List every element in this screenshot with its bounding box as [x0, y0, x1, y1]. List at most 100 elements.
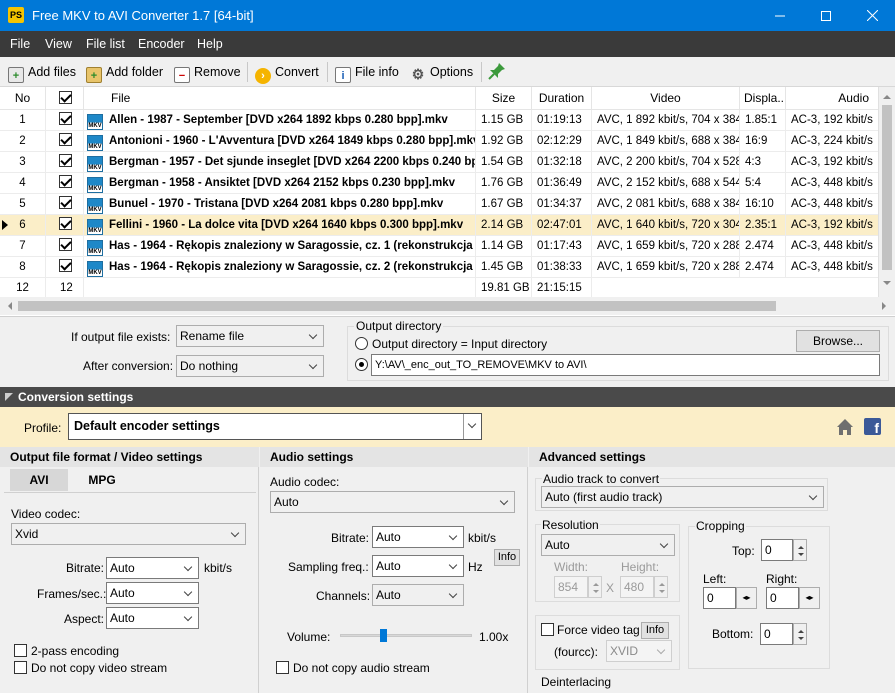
table-row[interactable]: 6 MKV Fellini - 1960 - La dolce vita [DVD …	[0, 215, 880, 236]
scroll-left-icon[interactable]	[4, 302, 12, 310]
table-row[interactable]: 7 MKV Has - 1964 - Rękopis znaleziony w Sa…	[0, 236, 880, 257]
width-input[interactable]: 854	[554, 576, 588, 598]
home-icon[interactable]	[836, 418, 854, 436]
scroll-up-icon[interactable]	[883, 91, 891, 99]
check-all-checkbox[interactable]	[59, 91, 72, 104]
table-row[interactable]: 4 MKV Bergman - 1958 - Ansiktet [DVD x264 …	[0, 173, 880, 194]
crop-top-spinner[interactable]	[793, 539, 807, 561]
row-checkbox[interactable]	[59, 238, 72, 251]
output-directory-input[interactable]: Y:\AV\_enc_out_TO_REMOVE\MKV to AVI\	[371, 354, 880, 376]
crop-bottom-spinner[interactable]	[793, 623, 807, 645]
horizontal-scrollbar[interactable]	[0, 297, 895, 315]
column-header-check[interactable]	[46, 87, 84, 110]
audio-info-button[interactable]: Info	[494, 549, 520, 566]
resolution-select[interactable]: Auto	[541, 534, 675, 556]
audio-track-select[interactable]: Auto (first audio track)	[541, 486, 824, 508]
hscroll-thumb[interactable]	[18, 301, 776, 311]
volume-slider[interactable]	[340, 626, 472, 646]
channels-select[interactable]: Auto	[372, 584, 464, 606]
two-pass-checkbox[interactable]	[14, 644, 27, 657]
convert-button[interactable]: › Convert	[255, 61, 319, 84]
menu-help[interactable]: Help	[197, 37, 223, 51]
sampling-select[interactable]: Auto	[372, 555, 464, 577]
vertical-scrollbar[interactable]	[878, 87, 895, 297]
row-checkbox[interactable]	[59, 175, 72, 188]
fourcc-select[interactable]: XVID	[606, 640, 672, 662]
add-files-button[interactable]: + Add files	[8, 61, 76, 83]
tab-avi[interactable]: AVI	[10, 469, 68, 491]
menu-encoder[interactable]: Encoder	[138, 37, 185, 51]
add-folder-button[interactable]: + Add folder	[86, 61, 163, 83]
conversion-settings-header[interactable]: Conversion settings	[0, 387, 895, 407]
browse-button[interactable]: Browse...	[796, 330, 880, 352]
height-input[interactable]: 480	[620, 576, 654, 598]
audio-bitrate-select[interactable]: Auto	[372, 526, 464, 548]
row-checkbox[interactable]	[59, 112, 72, 125]
menu-file-list[interactable]: File list	[86, 37, 125, 51]
scroll-right-icon[interactable]	[882, 302, 890, 310]
minimize-button[interactable]	[757, 0, 803, 31]
pin-button[interactable]	[488, 61, 506, 83]
column-header-display[interactable]: Displa...	[740, 87, 786, 110]
input-directory-label[interactable]: Output directory = Input directory	[372, 337, 547, 351]
scroll-thumb[interactable]	[882, 105, 892, 270]
column-header-file[interactable]: File	[84, 87, 476, 110]
custom-directory-radio[interactable]	[355, 358, 368, 371]
total-file-cell	[84, 278, 476, 299]
mkv-file-icon: MKV	[87, 114, 103, 130]
options-button[interactable]: ⚙ Options	[410, 61, 473, 83]
no-copy-audio-label[interactable]: Do not copy audio stream	[293, 661, 430, 675]
table-row[interactable]: 3 MKV Bergman - 1957 - Det sjunde inseglet…	[0, 152, 880, 173]
crop-top-input[interactable]: 0	[761, 539, 793, 561]
remove-button[interactable]: − Remove	[174, 61, 241, 83]
audio-codec-select[interactable]: Auto	[270, 491, 515, 513]
crop-right-arrows[interactable]: ◂▸	[799, 587, 820, 609]
column-header-no[interactable]: No	[0, 87, 46, 110]
row-checkbox[interactable]	[59, 196, 72, 209]
input-directory-radio[interactable]	[355, 337, 368, 350]
force-tag-checkbox[interactable]	[541, 623, 554, 636]
column-header-audio[interactable]: Audio	[786, 87, 880, 110]
video-tag-info-button[interactable]: Info	[641, 622, 669, 639]
row-checkbox[interactable]	[59, 154, 72, 167]
row-checkbox[interactable]	[59, 217, 72, 230]
column-header-video[interactable]: Video	[592, 87, 740, 110]
table-row[interactable]: 5 MKV Bunuel - 1970 - Tristana [DVD x264 2…	[0, 194, 880, 215]
file-info-button[interactable]: i File info	[335, 61, 399, 83]
no-copy-video-label[interactable]: Do not copy video stream	[31, 661, 167, 675]
no-copy-video-checkbox[interactable]	[14, 661, 27, 674]
column-header-size[interactable]: Size	[476, 87, 532, 110]
fps-select[interactable]: Auto	[106, 582, 199, 604]
table-row[interactable]: 2 MKV Antonioni - 1960 - L'Avventura [DVD …	[0, 131, 880, 152]
two-pass-label[interactable]: 2-pass encoding	[31, 644, 119, 658]
column-header-duration[interactable]: Duration	[532, 87, 592, 110]
row-checkbox[interactable]	[59, 259, 72, 272]
table-row[interactable]: 8 MKV Has - 1964 - Rękopis znaleziony w Sa…	[0, 257, 880, 278]
close-button[interactable]	[849, 0, 895, 31]
crop-left-arrows[interactable]: ◂▸	[736, 587, 757, 609]
row-duration: 01:32:18	[532, 152, 592, 173]
menu-file[interactable]: File	[10, 37, 30, 51]
aspect-select[interactable]: Auto	[106, 607, 199, 629]
profile-select[interactable]: Default encoder settings	[68, 413, 482, 440]
video-codec-select[interactable]: Xvid	[11, 523, 246, 545]
menu-view[interactable]: View	[45, 37, 72, 51]
maximize-button[interactable]	[803, 0, 849, 31]
no-copy-audio-checkbox[interactable]	[276, 661, 289, 674]
force-tag-label[interactable]: Force video tag	[557, 623, 640, 637]
crop-bottom-input[interactable]: 0	[760, 623, 793, 645]
volume-thumb[interactable]	[380, 629, 387, 642]
row-audio: AC-3, 448 kbit/s	[786, 236, 880, 257]
scroll-down-icon[interactable]	[883, 281, 891, 289]
crop-right-input[interactable]: 0	[766, 587, 799, 609]
facebook-icon[interactable]: f	[864, 418, 881, 436]
height-spinner[interactable]	[654, 576, 668, 598]
width-spinner[interactable]	[588, 576, 602, 598]
if-exists-select[interactable]: Rename file	[176, 325, 324, 347]
after-conversion-select[interactable]: Do nothing	[176, 355, 324, 377]
crop-left-input[interactable]: 0	[703, 587, 736, 609]
table-row[interactable]: 1 MKV Allen - 1987 - September [DVD x264 1…	[0, 110, 880, 131]
video-bitrate-select[interactable]: Auto	[106, 557, 199, 579]
tab-mpg[interactable]: MPG	[72, 469, 132, 491]
row-checkbox[interactable]	[59, 133, 72, 146]
